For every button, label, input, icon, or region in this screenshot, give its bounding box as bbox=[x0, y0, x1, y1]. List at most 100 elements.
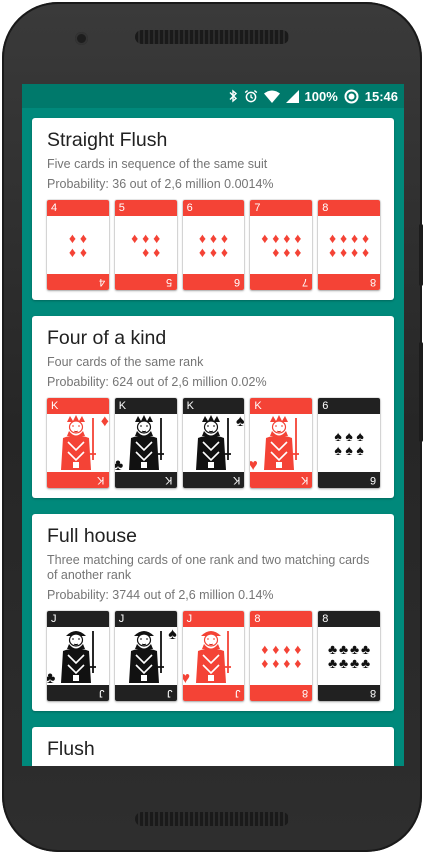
bottom-speaker bbox=[135, 812, 289, 826]
card-face: ♦♦♦♦♦♦♦♦ bbox=[250, 216, 312, 274]
court-figure-icon bbox=[60, 631, 96, 683]
card-rank-top: 8 bbox=[318, 200, 380, 216]
power-button bbox=[419, 342, 423, 442]
card-rank-bottom-text: 4 bbox=[98, 276, 105, 288]
card-face: ♦♦♦♦♦♦ bbox=[115, 216, 177, 274]
diamonds-pip-icon: ♦ bbox=[79, 244, 87, 260]
card-rank-bottom-text: K bbox=[97, 474, 105, 486]
diamonds-pip-icon: ♦ bbox=[272, 244, 280, 260]
hand-card[interactable]: Four of a kind Four cards of the same ran… bbox=[32, 316, 394, 498]
card-rank-bottom-text: K bbox=[233, 474, 241, 486]
card-face: ♣ ♣ ♣ ♣ ♣ ♣ ♣ ♣ bbox=[318, 627, 380, 685]
spades-pip-icon: ♠ bbox=[356, 428, 364, 444]
diamonds-pip-icon: ♦ bbox=[198, 244, 207, 260]
card-rank-top: 7 bbox=[250, 200, 313, 216]
hand-card[interactable]: Straight Flush Five cards in sequence of … bbox=[32, 118, 394, 300]
card-rank-bottom: 8 bbox=[250, 685, 313, 701]
diamonds-pip-icon: ♦ bbox=[142, 244, 150, 260]
clubs-pip-icon: ♣ bbox=[349, 655, 360, 671]
suit-pips: ♦♦♦♦♦♦ bbox=[197, 231, 230, 259]
hand-description: Three matching cards of one rank and two… bbox=[47, 553, 370, 582]
spades-suit-icon: ♠ bbox=[235, 413, 245, 430]
diamonds-pip-icon: ♦ bbox=[79, 230, 87, 246]
playing-card: K ♣ K bbox=[114, 398, 177, 488]
card-rank-bottom-text: K bbox=[300, 474, 309, 486]
hand-description: Four cards of the same rank bbox=[47, 355, 204, 369]
diamonds-pip-icon: ♦ bbox=[142, 230, 150, 246]
card-rank-bottom-text: J bbox=[99, 687, 105, 699]
playing-card: J ♣ J bbox=[47, 611, 109, 701]
diamonds-pip-icon: ♦ bbox=[209, 244, 218, 260]
diamonds-pip-icon: ♦ bbox=[153, 230, 161, 246]
card-face: ♦♦♦♦♦♦♦♦ bbox=[250, 627, 312, 685]
hand-probability: Probability: 3744 out of 2,6 million 0.1… bbox=[47, 588, 274, 602]
front-camera bbox=[75, 32, 88, 45]
suit-pips: ♦♦♦♦♦♦♦♦ bbox=[259, 231, 303, 259]
card-rank-bottom: K bbox=[114, 472, 177, 488]
clubs-pip-icon: ♣ bbox=[360, 655, 371, 671]
card-rank-bottom: K bbox=[47, 472, 109, 488]
card-rank-bottom: J bbox=[47, 685, 109, 701]
card-rank-top: K bbox=[114, 398, 177, 414]
card-rank-top: K bbox=[250, 398, 313, 414]
spades-pip-icon: ♠ bbox=[334, 442, 342, 458]
card-rank-bottom-text: J bbox=[167, 687, 173, 699]
card-face: ♦ bbox=[47, 414, 109, 472]
clubs-pip-icon: ♣ bbox=[338, 655, 349, 671]
playing-card: 7 ♦♦♦♦♦♦♦♦ 7 bbox=[250, 200, 313, 290]
diamonds-pip-icon: ♦ bbox=[261, 641, 269, 657]
battery-saver-icon bbox=[344, 89, 359, 104]
diamonds-pip-icon: ♦ bbox=[198, 230, 207, 246]
diamonds-pip-icon: ♦ bbox=[340, 230, 348, 246]
card-rank-top: 6 bbox=[182, 200, 245, 216]
card-face: ♠ bbox=[183, 413, 245, 472]
card-face: ♦♦♦♦♦♦♦♦ bbox=[318, 216, 380, 274]
card-rank-top: 8 bbox=[318, 611, 380, 627]
hand-title: Full house bbox=[47, 525, 137, 547]
card-rank-top: J bbox=[47, 611, 109, 627]
card-face: ♦♦♦♦♦♦ bbox=[183, 216, 245, 274]
hand-card[interactable]: FlushFive cards of the same suit bbox=[32, 727, 394, 766]
playing-card: K ♥ K bbox=[250, 398, 313, 488]
hand-description: Five cards in sequence of the same suit bbox=[47, 157, 268, 171]
suit-pips: ♦♦♦♦♦♦♦♦ bbox=[327, 231, 371, 259]
card-rank-bottom-text: 7 bbox=[302, 276, 309, 288]
card-face: ♥ bbox=[183, 627, 245, 687]
diamonds-pip-icon: ♦ bbox=[351, 230, 359, 246]
card-rank-bottom: 6 bbox=[318, 472, 380, 488]
clubs-pip-icon: ♣ bbox=[327, 655, 338, 671]
diamonds-pip-icon: ♦ bbox=[362, 244, 370, 260]
diamonds-pip-icon: ♦ bbox=[294, 244, 302, 260]
card-face: ♣ bbox=[47, 627, 109, 687]
card-rank-bottom-text: K bbox=[165, 474, 173, 486]
app-screen: 100% 15:46 Straight Flush Five cards in s… bbox=[22, 84, 404, 766]
card-rank-bottom: K bbox=[250, 472, 313, 488]
hand-card[interactable]: Full house Three matching cards of one ra… bbox=[32, 514, 394, 711]
court-figure-icon bbox=[60, 415, 96, 470]
card-rank-top: K bbox=[182, 398, 245, 414]
card-rank-bottom-text: 8 bbox=[302, 687, 309, 699]
playing-card: K ♦ K bbox=[47, 398, 109, 488]
diamonds-pip-icon: ♦ bbox=[68, 244, 76, 260]
cell-signal-icon bbox=[285, 89, 299, 103]
card-row: K ♦ K K ♣ K K ♠ K K ♥ K 6 ♠ ♠ ♠ ♠ ♠ ♠ 6 bbox=[47, 398, 380, 488]
diamonds-pip-icon: ♦ bbox=[261, 230, 269, 246]
diamonds-pip-icon: ♦ bbox=[294, 641, 302, 657]
diamonds-pip-icon: ♦ bbox=[329, 244, 337, 260]
diamonds-pip-icon: ♦ bbox=[283, 244, 291, 260]
card-rank-top: 8 bbox=[250, 611, 313, 627]
card-rank-bottom: 4 bbox=[47, 274, 109, 290]
card-rank-bottom: 6 bbox=[182, 274, 245, 290]
card-rank-bottom: 7 bbox=[250, 274, 313, 290]
hand-title: Straight Flush bbox=[47, 129, 168, 151]
card-rank-top: 5 bbox=[114, 200, 177, 216]
playing-card: J ♠ J bbox=[114, 611, 177, 701]
card-rank-bottom-text: 6 bbox=[369, 474, 376, 486]
diamonds-pip-icon: ♦ bbox=[153, 244, 161, 260]
diamonds-pip-icon: ♦ bbox=[362, 230, 370, 246]
clubs-pip-icon: ♣ bbox=[327, 641, 338, 657]
hand-probability: Probability: 624 out of 2,6 million 0.02… bbox=[47, 375, 267, 389]
diamonds-pip-icon: ♦ bbox=[283, 230, 291, 246]
card-rank-bottom: 5 bbox=[114, 274, 177, 290]
card-row: J ♣ J J ♠ J J ♥ J 8 ♦ ♦ ♦ ♦ ♦ ♦ ♦ ♦ 8 8 ♣ ♣ ♣ ♣ ♣ ♣ ♣ ♣ 8 bbox=[47, 611, 380, 701]
